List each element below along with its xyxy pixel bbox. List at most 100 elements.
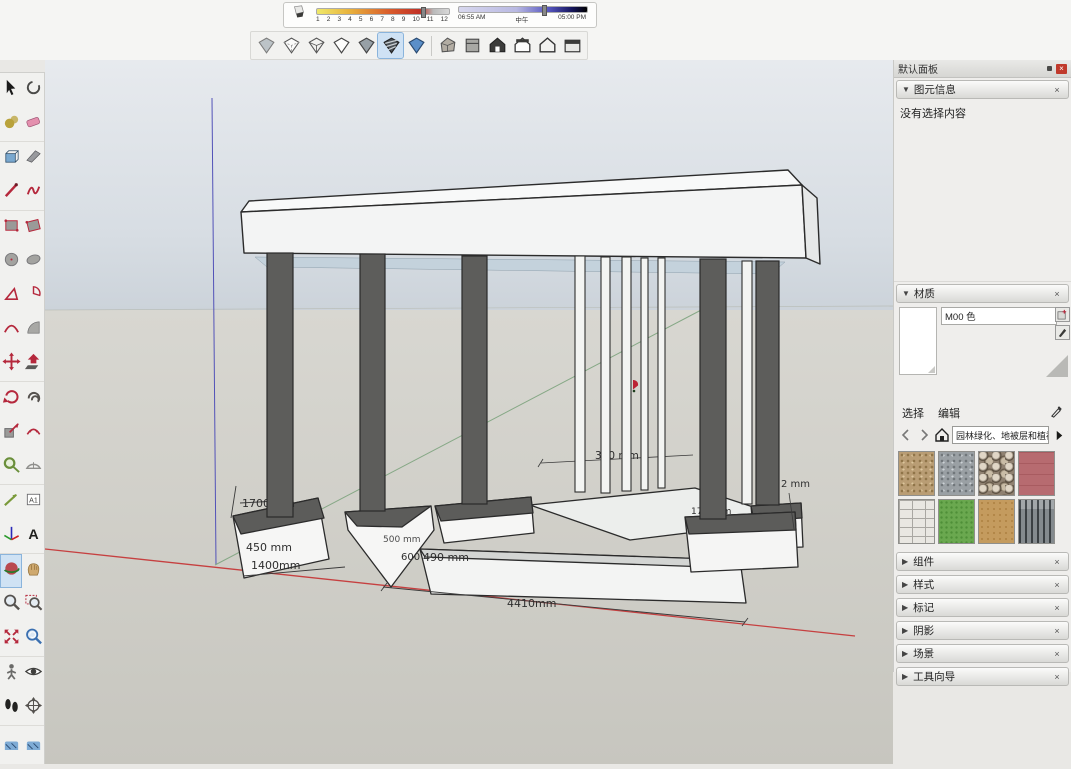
entity-info-header[interactable]: ▼ 图元信息 ×: [896, 80, 1069, 99]
tool-pan[interactable]: [22, 554, 44, 588]
material-swatch-gravel-tan[interactable]: [898, 451, 935, 496]
material-name-field[interactable]: M00 色: [941, 307, 1057, 325]
face-style-wireframe-button[interactable]: [303, 33, 328, 58]
home-icon[interactable]: [934, 428, 949, 443]
back-arrow-icon[interactable]: [898, 428, 913, 443]
model-viewport[interactable]: 1700 mm 450 mm 1400mm 500 mm 600 490 mm …: [45, 60, 893, 764]
pin-icon[interactable]: [1047, 66, 1052, 71]
details-arrow-icon[interactable]: [1052, 428, 1067, 443]
tool-extra-tool-b[interactable]: [22, 726, 44, 760]
tool-ellipse[interactable]: [22, 245, 44, 279]
material-swatch-rocks[interactable]: [978, 451, 1015, 496]
material-category-dropdown[interactable]: 园林绿化、地被层和植被 ∨: [952, 426, 1049, 444]
material-swatch-grass[interactable]: [938, 499, 975, 544]
tool-offset[interactable]: [22, 416, 44, 450]
section-close-icon[interactable]: ×: [1051, 626, 1063, 636]
tool-previous[interactable]: [22, 622, 44, 656]
face-style-monochrome-button[interactable]: [403, 33, 428, 58]
material-swatch-pavers[interactable]: [898, 499, 935, 544]
tool-line[interactable]: [0, 176, 22, 210]
face-style-xray-button[interactable]: [253, 33, 278, 58]
tool-circle[interactable]: [0, 245, 22, 279]
right-view-button[interactable]: [510, 33, 535, 58]
iso-view-button[interactable]: [435, 33, 460, 58]
tray-titlebar[interactable]: 默认面板 ×: [894, 60, 1071, 78]
tool-axes[interactable]: [0, 519, 22, 553]
tool-rotate[interactable]: [0, 382, 22, 416]
tool-text[interactable]: A1: [22, 485, 44, 519]
materials-header[interactable]: ▼ 材质 ×: [896, 284, 1069, 303]
time-slider-track[interactable]: [458, 6, 588, 13]
date-slider-handle[interactable]: [421, 7, 426, 18]
forward-arrow-icon[interactable]: [916, 428, 931, 443]
tray-close-button[interactable]: ×: [1056, 64, 1067, 74]
panel-section-标记[interactable]: ▶标记×: [896, 598, 1069, 617]
tool-extra-tool-a[interactable]: [0, 726, 22, 760]
tab-edit[interactable]: 编辑: [938, 405, 960, 421]
tab-select[interactable]: 选择: [902, 405, 924, 421]
viewport-canvas[interactable]: 1700 mm 450 mm 1400mm 500 mm 600 490 mm …: [45, 60, 893, 764]
material-swatch-fence[interactable]: [1018, 499, 1055, 544]
tool-make-component[interactable]: [22, 73, 44, 107]
tool-arc[interactable]: [0, 313, 22, 347]
sample-paint-eyedropper-icon[interactable]: [1050, 405, 1063, 421]
tool-select[interactable]: [0, 73, 22, 107]
paint-details-button[interactable]: [1055, 325, 1070, 340]
material-swatch-rose[interactable]: [1018, 451, 1055, 496]
tool-protractor[interactable]: [22, 450, 44, 484]
tool-look-around[interactable]: [22, 657, 44, 691]
panel-section-样式[interactable]: ▶样式×: [896, 575, 1069, 594]
tool-push-pull[interactable]: [22, 347, 44, 381]
left-view-button[interactable]: [560, 33, 585, 58]
tool-rotated-rectangle[interactable]: [22, 211, 44, 245]
section-close-icon[interactable]: ×: [1051, 580, 1063, 590]
panel-section-阴影[interactable]: ▶阴影×: [896, 621, 1069, 640]
face-style-back-edges-button[interactable]: [278, 33, 303, 58]
tool-section-plane[interactable]: [22, 691, 44, 725]
materials-close-icon[interactable]: ×: [1051, 289, 1063, 299]
tool-orbit[interactable]: [0, 554, 22, 588]
tool-textured-cube[interactable]: [0, 142, 22, 176]
shadow-time-slider[interactable]: 06:55 AM中午05:00 PM: [458, 6, 588, 24]
create-material-button[interactable]: [1055, 307, 1070, 322]
tool-chisel[interactable]: [22, 142, 44, 176]
face-style-hidden-line-button[interactable]: [328, 33, 353, 58]
section-close-icon[interactable]: ×: [1051, 649, 1063, 659]
tool-walk[interactable]: [0, 691, 22, 725]
tool-zoom-extents[interactable]: [0, 622, 22, 656]
tool-tape-measure[interactable]: [0, 450, 22, 484]
section-close-icon[interactable]: ×: [1051, 603, 1063, 613]
material-preview-thumbnail[interactable]: [899, 307, 937, 375]
material-swatch-sand[interactable]: [978, 499, 1015, 544]
tool-scale[interactable]: [0, 416, 22, 450]
tool-zoom-window[interactable]: [22, 588, 44, 622]
tool-move[interactable]: [0, 347, 22, 381]
tool-position-camera[interactable]: [0, 657, 22, 691]
tool-surface-arc[interactable]: [22, 313, 44, 347]
entity-info-close-icon[interactable]: ×: [1051, 85, 1063, 95]
panel-section-场景[interactable]: ▶场景×: [896, 644, 1069, 663]
tool-3d-text[interactable]: A: [22, 519, 44, 553]
tool-eraser[interactable]: [22, 107, 44, 141]
tool-rectangle[interactable]: [0, 211, 22, 245]
shadow-date-slider[interactable]: 123456789101112: [316, 8, 450, 23]
tool-zoom[interactable]: [0, 588, 22, 622]
tool-paint-bucket[interactable]: [0, 107, 22, 141]
front-view-button[interactable]: [485, 33, 510, 58]
face-style-shaded-button[interactable]: [353, 33, 378, 58]
tool-polygon[interactable]: [0, 279, 22, 313]
material-swatch-gravel-gray[interactable]: [938, 451, 975, 496]
tool-pie[interactable]: [22, 279, 44, 313]
tool-dimension[interactable]: [0, 485, 22, 519]
time-slider-handle[interactable]: [542, 5, 547, 16]
back-view-button[interactable]: [535, 33, 560, 58]
tool-freehand[interactable]: [22, 176, 44, 210]
panel-section-组件[interactable]: ▶组件×: [896, 552, 1069, 571]
face-style-shaded-textures-button[interactable]: [378, 33, 403, 58]
date-slider-track[interactable]: [316, 8, 450, 15]
tool-follow-me[interactable]: [22, 382, 44, 416]
top-view-button[interactable]: [460, 33, 485, 58]
shadow-toggle-icon[interactable]: [290, 4, 308, 27]
section-close-icon[interactable]: ×: [1051, 672, 1063, 682]
section-close-icon[interactable]: ×: [1051, 557, 1063, 567]
